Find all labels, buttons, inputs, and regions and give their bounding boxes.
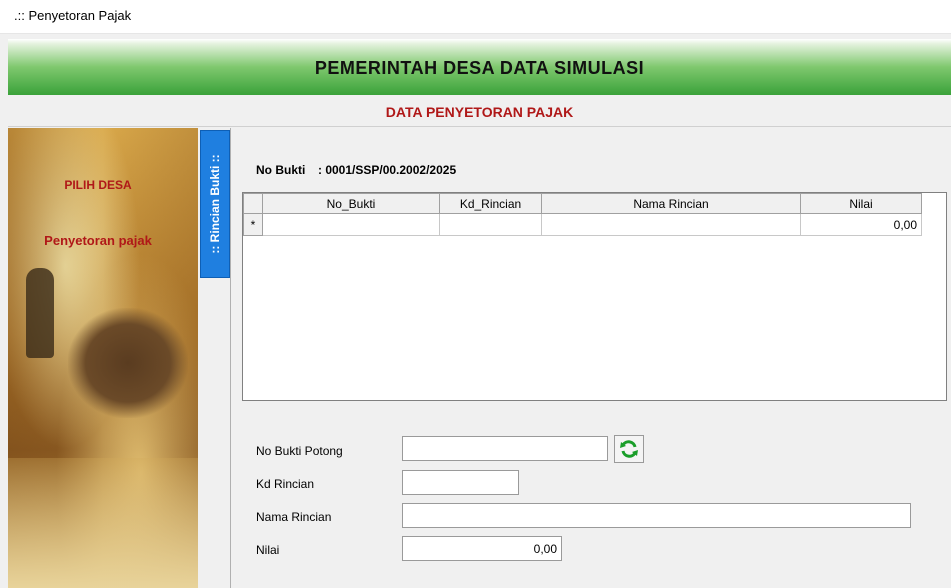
app-header: PEMERINTAH DESA DATA SIMULASI	[8, 39, 951, 95]
sidebar-item-pilih-desa[interactable]: PILIH DESA	[8, 178, 188, 192]
cell-nama-rincian[interactable]	[541, 213, 801, 236]
tab-rincian-bukti[interactable]: :: Rincian Bukti ::	[200, 130, 230, 278]
cell-nilai[interactable]: 0,00	[800, 213, 922, 236]
page-subheader: DATA PENYETORAN PAJAK	[8, 96, 951, 127]
window-titlebar: .:: Penyetoran Pajak	[0, 0, 951, 34]
column-header-kd-rincian[interactable]: Kd_Rincian	[439, 193, 542, 214]
sidebar-image-ox	[68, 308, 188, 418]
nama-rincian-label: Nama Rincian	[256, 510, 332, 524]
window-title: .:: Penyetoran Pajak	[14, 8, 132, 23]
table-row[interactable]: * 0,00	[243, 213, 922, 236]
no-bukti-value: : 0001/SSP/00.2002/2025	[318, 163, 457, 177]
sidebar-image-ground	[8, 458, 198, 588]
table-header-row: No_Bukti Kd_Rincian Nama Rincian Nilai	[243, 193, 922, 214]
sidebar-panel: PILIH DESA Penyetoran pajak	[8, 128, 198, 588]
no-bukti-potong-input[interactable]	[402, 436, 608, 461]
kd-rincian-input[interactable]	[402, 470, 519, 495]
column-header-no-bukti[interactable]: No_Bukti	[262, 193, 440, 214]
row-selector-header	[243, 193, 263, 214]
nilai-input[interactable]: 0,00	[402, 536, 562, 561]
cell-no-bukti[interactable]	[262, 213, 440, 236]
column-header-nilai[interactable]: Nilai	[800, 193, 922, 214]
refresh-button[interactable]	[614, 435, 644, 463]
sidebar-item-penyetoran-pajak[interactable]: Penyetoran pajak	[8, 233, 188, 248]
kd-rincian-label: Kd Rincian	[256, 477, 315, 491]
new-row-marker[interactable]: *	[243, 213, 263, 236]
rincian-grid[interactable]: No_Bukti Kd_Rincian Nama Rincian Nilai *…	[242, 192, 947, 401]
sidebar-image-farmer	[26, 268, 54, 358]
no-bukti-label: No Bukti	[256, 163, 306, 177]
nilai-label: Nilai	[256, 543, 280, 557]
nama-rincian-input[interactable]	[402, 503, 911, 528]
rincian-table: No_Bukti Kd_Rincian Nama Rincian Nilai *…	[243, 193, 922, 236]
cell-kd-rincian[interactable]	[439, 213, 542, 236]
app-title: PEMERINTAH DESA DATA SIMULASI	[314, 58, 645, 78]
tab-rincian-bukti-label: :: Rincian Bukti ::	[208, 154, 222, 254]
page-title: DATA PENYETORAN PAJAK	[385, 104, 574, 120]
no-bukti-potong-label: No Bukti Potong	[256, 444, 343, 458]
refresh-icon	[620, 440, 638, 458]
column-header-nama-rincian[interactable]: Nama Rincian	[541, 193, 801, 214]
